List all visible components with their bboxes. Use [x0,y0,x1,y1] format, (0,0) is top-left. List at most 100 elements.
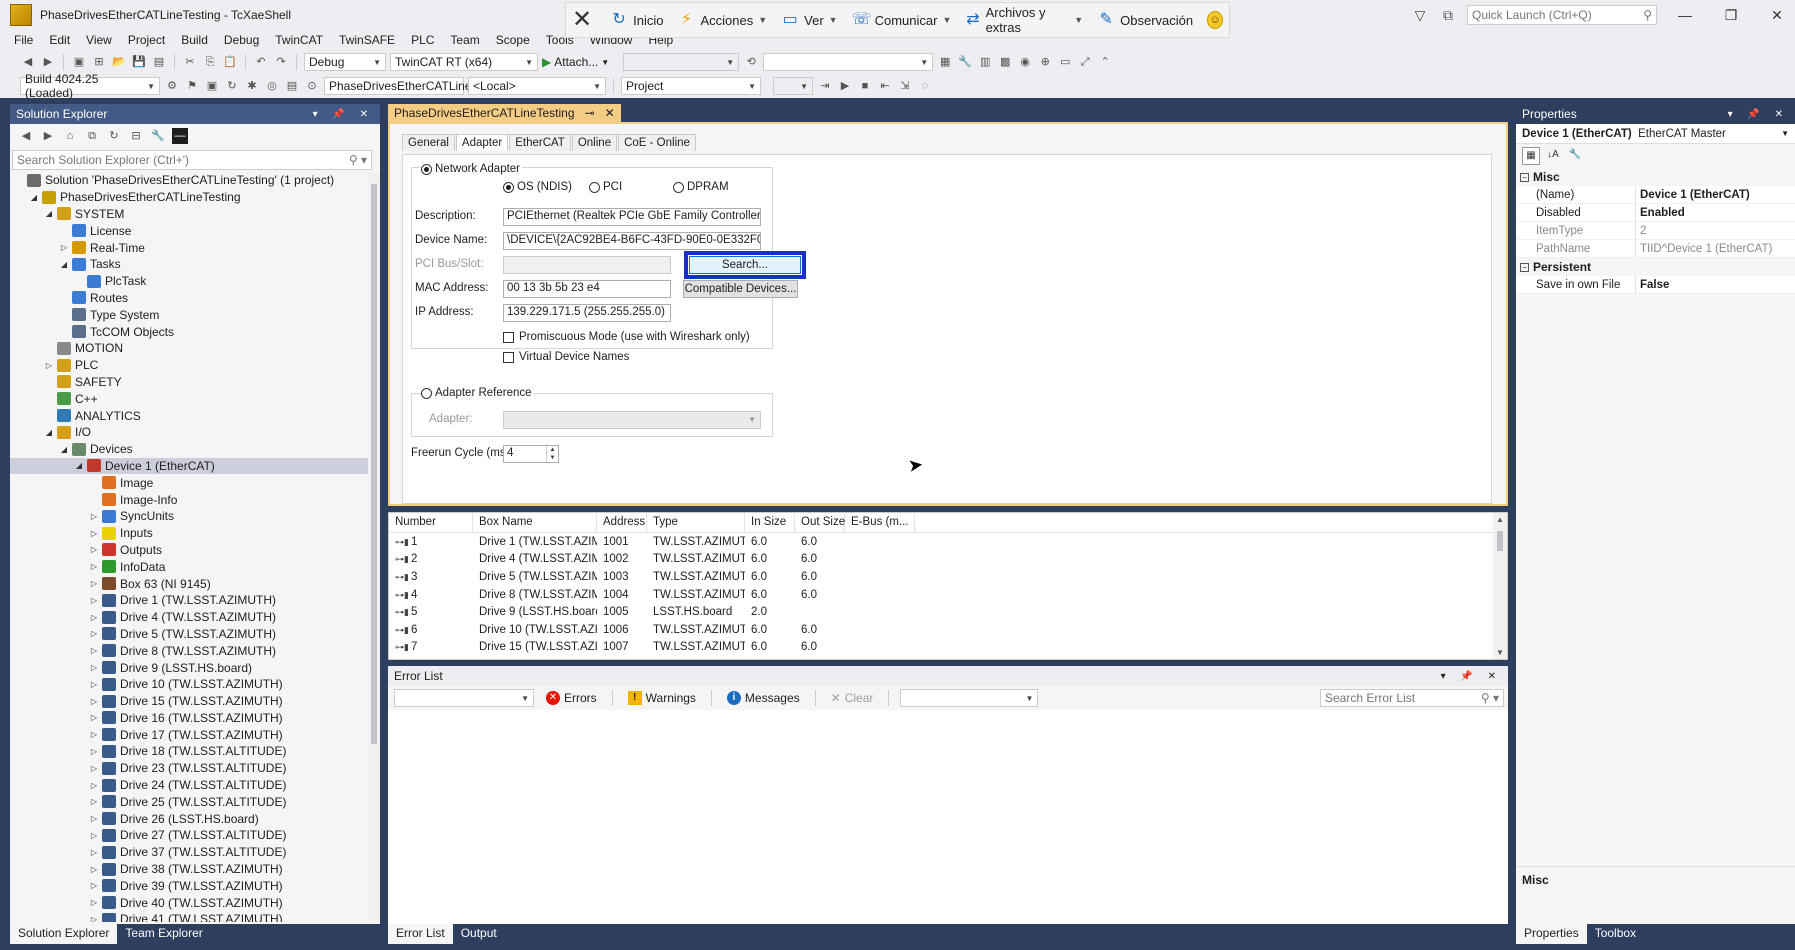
play-icon[interactable]: ▶ [837,78,853,94]
tree-item[interactable]: ▷ Drive 8 (TW.LSST.AZIMUTH) [10,642,380,659]
menu-team[interactable]: Team [442,33,487,47]
messages-filter-button[interactable]: i Messages [723,691,804,705]
tree-item[interactable]: Image [10,474,380,491]
vertical-scrollbar[interactable] [368,172,380,922]
close-window-button[interactable]: ✕ [1759,7,1795,24]
paste-icon[interactable]: 📋 [222,54,238,70]
restart-twincat-icon[interactable]: ↻ [224,78,240,94]
plc-project-combo[interactable]: PhaseDrivesEtherCATLine▼ [324,77,483,95]
column-header[interactable]: Type [647,513,745,532]
run-mode-icon[interactable]: ▣ [204,78,220,94]
target-system-combo[interactable]: <Local> ▼ [468,77,606,95]
tree-item[interactable]: ▷ Drive 40 (TW.LSST.AZIMUTH) [10,894,380,911]
tree-item[interactable]: ▷ Drive 15 (TW.LSST.AZIMUTH) [10,693,380,710]
breakpoint-icon[interactable]: ◌ [917,78,933,94]
device-row[interactable]: ⊶▮4 Drive 8 (TW.LSST.AZIMU... 1004 TW.LSST.… [389,586,1507,604]
tab-ethercat[interactable]: EtherCAT [509,134,571,151]
menu-scope[interactable]: Scope [488,33,538,47]
tree-item[interactable]: ▷ Inputs [10,525,380,542]
overlay-item-ver[interactable]: ▭ Ver ▼ [781,11,838,29]
device-row[interactable]: ⊶▮1 Drive 1 (TW.LSST.AZIMU... 1001 TW.LSST.… [389,533,1507,551]
expanded-arrow-icon[interactable]: ◢ [44,428,54,437]
collapsed-arrow-icon[interactable]: ▷ [89,512,99,521]
restart-icon[interactable]: ▩ [997,54,1013,70]
property-row[interactable]: Disabled Enabled [1516,204,1795,222]
scroll-down-icon[interactable]: ▼ [1496,648,1504,657]
panel-controls[interactable]: ▾ 📌 ✕ [313,109,374,120]
scroll-up-icon[interactable]: ▲ [1496,515,1504,524]
build-version-combo[interactable]: Build 4024.25 (Loaded) ▼ [20,72,160,100]
online-icon[interactable]: ⊙ [304,78,320,94]
back-icon[interactable]: ◀ [18,128,34,144]
tree-item[interactable]: ▷ Drive 27 (TW.LSST.ALTITUDE) [10,827,380,844]
menu-twincat[interactable]: TwinCAT [267,33,331,47]
forward-icon[interactable]: ▶ [40,54,56,70]
tree-item[interactable]: ANALYTICS [10,407,380,424]
categorized-icon[interactable]: ▦ [1522,147,1540,165]
collapsed-arrow-icon[interactable]: ▷ [89,663,99,672]
undo-icon[interactable]: ↶ [253,54,269,70]
smiley-icon[interactable]: ☺ [1207,11,1223,29]
errors-filter-button[interactable]: ✕ Errors [542,691,601,705]
tree-item[interactable]: Routes [10,290,380,307]
filter-icon[interactable]: ▽ [1411,7,1429,24]
collapsed-arrow-icon[interactable]: ▷ [59,243,69,252]
collapsed-arrow-icon[interactable]: ▷ [89,646,99,655]
column-header[interactable]: In Size [745,513,795,532]
tree-item[interactable]: ▷ Drive 1 (TW.LSST.AZIMUTH) [10,592,380,609]
column-header[interactable]: Box Name [473,513,597,532]
property-category[interactable]: − Misc [1516,168,1795,186]
tree-item[interactable]: ▷ Drive 17 (TW.LSST.AZIMUTH) [10,726,380,743]
back-icon[interactable]: ◀ [20,54,36,70]
column-header[interactable]: Out Size [795,513,845,532]
scrollbar-thumb[interactable] [371,184,377,744]
description-field[interactable]: PCIEthernet (Realtek PCIe GbE Family Con… [503,208,761,226]
attach-button[interactable]: ▶ Attach... ▼ [542,55,609,69]
switch-views-icon[interactable]: ⧉ [84,128,100,144]
tree-item[interactable]: ▷ Drive 23 (TW.LSST.ALTITUDE) [10,760,380,777]
tree-item[interactable]: ▷ Drive 38 (TW.LSST.AZIMUTH) [10,861,380,878]
tree-item[interactable]: ▷ Drive 16 (TW.LSST.AZIMUTH) [10,710,380,727]
property-value[interactable]: Enabled [1636,204,1795,222]
tree-item[interactable]: ▷ Outputs [10,542,380,559]
activate-icon[interactable]: ⚑ [184,78,200,94]
collapsed-arrow-icon[interactable]: ▷ [89,579,99,588]
logout-icon[interactable]: ⇲ [897,78,913,94]
property-row[interactable]: PathName TIID^Device 1 (EtherCAT) [1516,240,1795,258]
tree-item[interactable]: Solution 'PhaseDrivesEtherCATLineTesting… [10,172,380,189]
tree-item[interactable]: ▷ Drive 25 (TW.LSST.ALTITUDE) [10,793,380,810]
collapsed-arrow-icon[interactable]: ▷ [89,680,99,689]
find-combo[interactable]: ▼ [763,53,934,71]
show-sub-items-icon[interactable]: ▤ [284,78,300,94]
solution-platform-combo[interactable]: TwinCAT RT (x64) ▼ [390,53,538,71]
activate-config-icon[interactable]: ▥ [977,54,993,70]
adapter-reference-radio[interactable]: Adapter Reference [421,387,534,399]
empty-combo[interactable]: ▼ [773,77,813,95]
add-item-icon[interactable]: ⊞ [91,54,107,70]
tree-item[interactable]: ▷ Box 63 (NI 9145) [10,575,380,592]
tree-item[interactable]: C++ [10,390,380,407]
scope-combo[interactable]: Project ▼ [621,77,761,95]
collapsed-arrow-icon[interactable]: ▷ [89,881,99,890]
overlay-item-acciones[interactable]: ⚡ Acciones ▼ [677,11,767,29]
menu-debug[interactable]: Debug [216,33,267,47]
collapse-icon[interactable]: − [1520,262,1529,272]
network-adapter-radio[interactable]: Network Adapter [421,163,523,175]
freerun-cycle-spinner[interactable]: 4 ▲ ▼ [503,445,559,463]
menu-build[interactable]: Build [173,33,216,47]
tab-properties[interactable]: Properties [1516,924,1587,944]
collapse-icon[interactable]: − [1520,172,1529,182]
collapsed-arrow-icon[interactable]: ▷ [44,361,54,370]
collapse-icon[interactable]: ⌃ [1097,54,1113,70]
collapsed-arrow-icon[interactable]: ▷ [89,629,99,638]
collapsed-arrow-icon[interactable]: ▷ [89,596,99,605]
ip-address-field[interactable]: 139.229.171.5 (255.255.255.0) [503,304,671,322]
mode-pci-radio[interactable]: PCI [589,181,625,193]
minimize-button[interactable]: — [1667,7,1703,23]
new-project-icon[interactable]: ▣ [71,54,87,70]
close-tab-icon[interactable]: ✕ [605,106,615,120]
step-icon[interactable]: ⇥ [817,78,833,94]
device-row[interactable]: ⊶▮6 Drive 10 (TW.LSST.AZIM... 1006 TW.LSST.… [389,621,1507,639]
tab-output[interactable]: Output [453,924,505,944]
menu-plc[interactable]: PLC [403,33,442,47]
